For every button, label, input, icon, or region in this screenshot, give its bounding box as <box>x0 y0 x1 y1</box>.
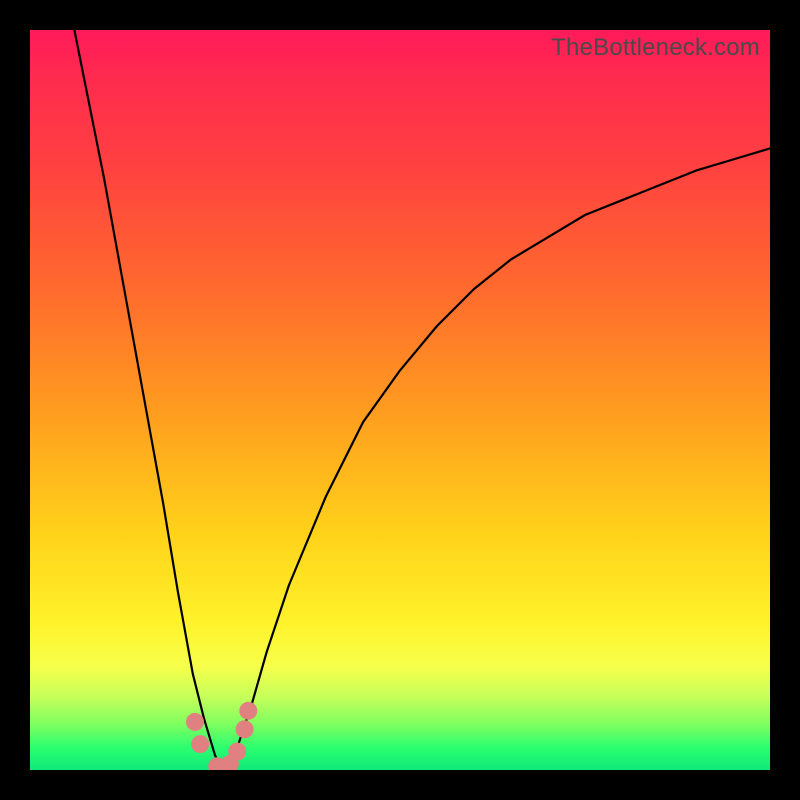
curve-right-branch <box>222 148 770 770</box>
curve-layer <box>30 30 770 770</box>
optimal-zone-dots <box>186 702 257 770</box>
marker-dot <box>239 702 257 720</box>
marker-dot <box>186 713 204 731</box>
marker-dot <box>191 735 209 753</box>
curve-left-branch <box>74 30 222 770</box>
plot-area: TheBottleneck.com <box>30 30 770 770</box>
marker-dot <box>228 743 246 761</box>
chart-frame: TheBottleneck.com <box>0 0 800 800</box>
marker-dot <box>236 720 254 738</box>
